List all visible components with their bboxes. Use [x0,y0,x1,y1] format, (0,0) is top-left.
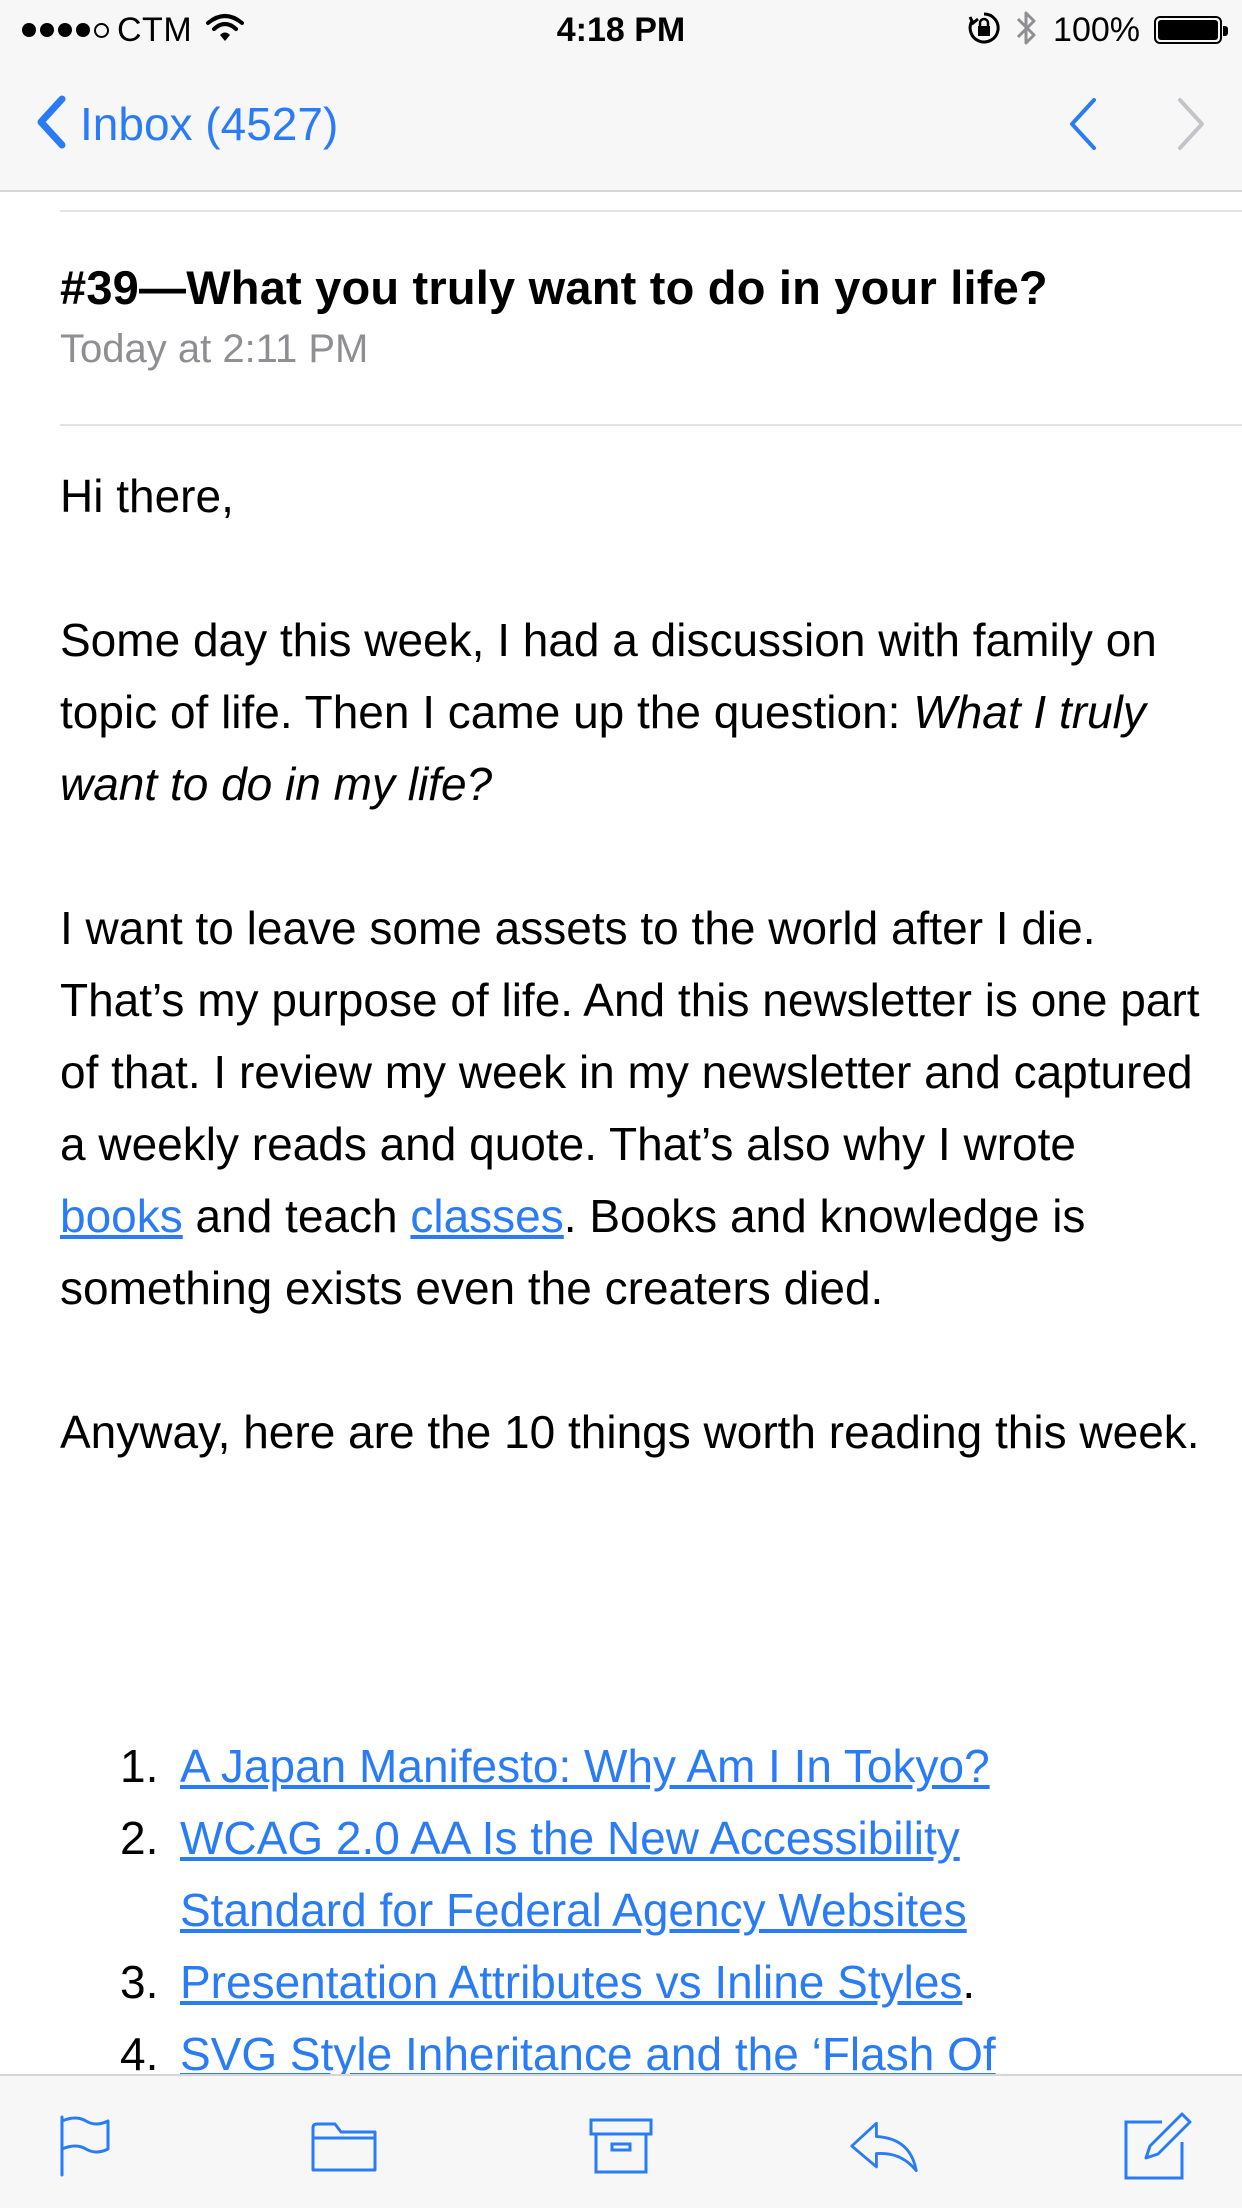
chevron-left-icon [36,95,66,154]
back-label: Inbox (4527) [80,98,339,150]
reply-icon [850,2121,918,2173]
message-subject: #39—What you truly want to do in your li… [60,261,1048,314]
message-body: Hi there, Some day this week, I had a di… [60,460,1210,1540]
list-number: 1. [120,1740,159,1792]
article-link[interactable]: Presentation Attributes vs Inline Styles [180,1956,962,2008]
reply-button[interactable] [848,2110,920,2182]
move-to-folder-button[interactable] [308,2110,380,2182]
list-item: 3. Presentation Attributes vs Inline Sty… [60,1946,1210,2018]
divider [60,210,1242,212]
divider [60,424,1242,426]
status-bar: CTM 4:18 PM 100% [0,0,1242,60]
compose-button[interactable] [1122,2110,1194,2182]
greeting: Hi there, [60,470,234,522]
paragraph: Some day this week, I had a discussion w… [60,604,1210,820]
archive-icon [589,2118,653,2174]
flag-button[interactable] [48,2110,120,2182]
compose-icon [1124,2112,1192,2180]
paragraph: Anyway, here are the 10 things worth rea… [60,1406,1200,1458]
message-view[interactable]: #39—What you truly want to do in your li… [0,192,1242,2074]
previous-message-icon[interactable] [1062,96,1102,157]
battery-icon [1154,16,1228,44]
bluetooth-icon [1015,9,1039,52]
paragraph-text: and teach [182,1190,411,1242]
next-message-icon[interactable] [1172,96,1212,157]
list-number: 4. [120,2028,159,2074]
list-number: 3. [120,1956,159,2008]
battery-percent: 100% [1053,10,1140,49]
article-link[interactable]: SVG Style Inheritance and the ‘Flash Of [180,2028,996,2074]
paragraph: I want to leave some assets to the world… [60,892,1210,1324]
list-item: 2. WCAG 2.0 AA Is the New Accessibility … [60,1802,1210,1946]
list-number: 2. [120,1812,159,1864]
flag-icon [60,2115,110,2177]
article-link[interactable]: A Japan Manifesto: Why Am I In Tokyo? [180,1740,990,1792]
reading-list: 1. A Japan Manifesto: Why Am I In Tokyo?… [60,1730,1210,2074]
status-right: 100% [967,8,1228,52]
message-navigation [1062,96,1212,157]
list-item: 4. SVG Style Inheritance and the ‘Flash … [60,2018,1210,2074]
back-to-inbox-button[interactable]: Inbox (4527) [36,92,338,156]
navigation-bar: Inbox (4527) [0,60,1242,192]
punctuation: . [962,1956,976,2008]
books-link[interactable]: books [60,1190,183,1242]
archive-button[interactable] [585,2110,657,2182]
article-link[interactable]: WCAG 2.0 AA Is the New Accessibility Sta… [180,1812,967,1936]
list-item: 1. A Japan Manifesto: Why Am I In Tokyo? [60,1730,1210,1802]
paragraph-text: I want to leave some assets to the world… [60,902,1200,1170]
bottom-toolbar [0,2074,1242,2208]
message-date: Today at 2:11 PM [60,327,369,371]
folder-icon [311,2122,377,2172]
classes-link[interactable]: classes [410,1190,563,1242]
orientation-lock-icon [967,11,1001,50]
